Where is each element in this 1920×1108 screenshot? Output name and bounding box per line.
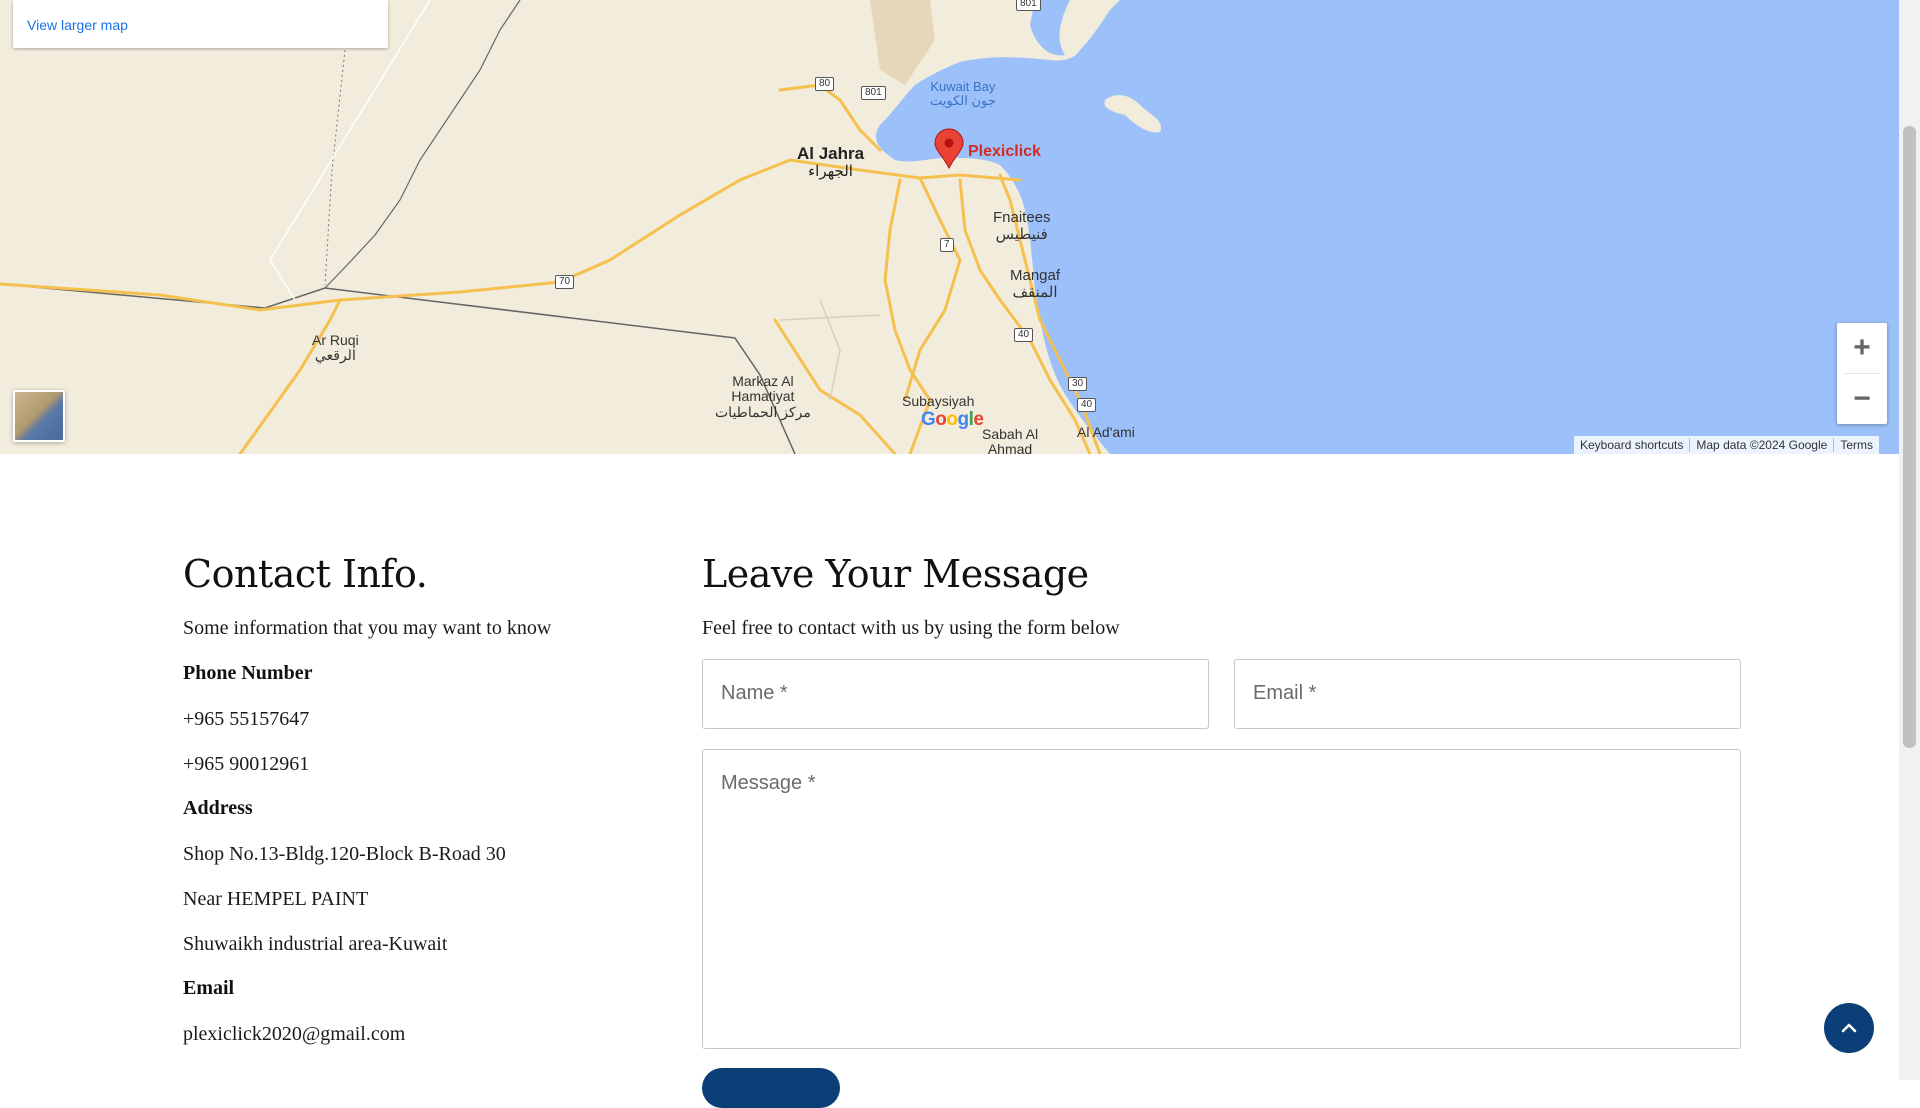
map-pin-icon[interactable] bbox=[934, 128, 964, 170]
road-shield: 80 bbox=[815, 77, 835, 91]
map-label-al-jahra: Al Jahra الجهراء bbox=[797, 144, 865, 180]
map-data-credit: Map data ©2024 Google bbox=[1696, 438, 1828, 452]
google-logo-letter: G bbox=[921, 409, 936, 430]
message-form-title: Leave Your Message bbox=[702, 552, 1089, 596]
minus-icon: − bbox=[1853, 382, 1871, 415]
phone-number-1[interactable]: +965 55157647 bbox=[183, 708, 309, 731]
address-line-2: Near HEMPEL PAINT bbox=[183, 888, 369, 910]
map-label-markaz: Markaz Al Hamatiyat مركز الحماطيات bbox=[715, 373, 811, 420]
address-label: Address bbox=[183, 797, 253, 819]
zoom-controls: + − bbox=[1837, 323, 1887, 424]
google-logo-letter: e bbox=[973, 409, 984, 430]
map-canvas[interactable] bbox=[0, 0, 1899, 454]
email-address[interactable]: plexiclick2020@gmail.com bbox=[183, 1023, 405, 1046]
send-message-button[interactable] bbox=[702, 1068, 840, 1108]
email-label: Email bbox=[183, 977, 235, 999]
google-logo: Google bbox=[921, 409, 984, 431]
road-shield: 801 bbox=[861, 86, 886, 100]
google-logo-letter: o bbox=[946, 409, 958, 430]
phone-label: Phone Number bbox=[183, 662, 313, 684]
road-shield: 40 bbox=[1014, 328, 1034, 342]
map-label-plexiclick[interactable]: Plexiclick bbox=[968, 143, 1041, 161]
map-label-ar-ruqi: Ar Ruqi الرقعي bbox=[312, 332, 359, 364]
border-line bbox=[0, 283, 796, 454]
name-field[interactable]: Name * bbox=[702, 659, 1209, 729]
keyboard-shortcuts-link[interactable]: Keyboard shortcuts bbox=[1574, 436, 1689, 454]
google-logo-letter: o bbox=[935, 409, 947, 430]
contact-info-subtitle: Some information that you may want to kn… bbox=[183, 617, 552, 639]
map-embed[interactable]: Kuwait Bay جون الكويت Plexiclick Al Jahr… bbox=[0, 0, 1899, 454]
message-field[interactable]: Message * bbox=[702, 749, 1741, 1049]
contact-info-title: Contact Info. bbox=[183, 552, 428, 596]
view-larger-map-panel: View larger map bbox=[13, 0, 388, 48]
message-placeholder: Message * bbox=[721, 772, 816, 794]
address-line-1: Shop No.13-Bldg.120-Block B-Road 30 bbox=[183, 843, 506, 865]
zoom-out-button[interactable]: − bbox=[1837, 374, 1887, 424]
view-larger-map-link[interactable]: View larger map bbox=[27, 17, 128, 33]
message-form-subtitle: Feel free to contact with us by using th… bbox=[702, 617, 1120, 639]
road-shield: 7 bbox=[940, 238, 954, 252]
road-shield: 70 bbox=[555, 275, 575, 289]
dotted-track bbox=[324, 49, 346, 286]
name-placeholder: Name * bbox=[721, 682, 788, 704]
road-shield: 30 bbox=[1068, 377, 1088, 391]
back-to-top-button[interactable] bbox=[1824, 1003, 1874, 1053]
map-label-al-adami: Al Ad'ami bbox=[1077, 424, 1135, 440]
chevron-up-icon bbox=[1841, 1023, 1857, 1033]
desert-patch bbox=[870, 0, 935, 85]
map-label-fnaitees: Fnaitees فنيطيس bbox=[993, 209, 1051, 243]
road-shield: 40 bbox=[1077, 398, 1097, 412]
map-label-sabah-al-ahmad: Sabah Al Ahmad bbox=[982, 426, 1039, 454]
map-attribution: Keyboard shortcuts Map data ©2024 Google… bbox=[1574, 436, 1879, 454]
map-label-kuwait-bay: Kuwait Bay جون الكويت bbox=[930, 79, 996, 109]
map-label-subaysiyah: Subaysiyah bbox=[902, 393, 975, 409]
email-field[interactable]: Email * bbox=[1234, 659, 1741, 729]
map-label-mangaf: Mangaf المنقف bbox=[1010, 267, 1061, 301]
road-shield: 801 bbox=[1016, 0, 1041, 11]
terms-link[interactable]: Terms bbox=[1834, 436, 1879, 454]
email-placeholder: Email * bbox=[1253, 682, 1317, 704]
phone-number-2[interactable]: +965 90012961 bbox=[183, 753, 309, 776]
page-scrollbar[interactable] bbox=[1899, 0, 1920, 1080]
scrollbar-thumb[interactable] bbox=[1903, 126, 1916, 748]
google-logo-letter: g bbox=[957, 409, 970, 430]
plus-icon: + bbox=[1853, 331, 1871, 364]
address-line-3: Shuwaikh industrial area-Kuwait bbox=[183, 933, 448, 955]
zoom-in-button[interactable]: + bbox=[1837, 323, 1887, 373]
satellite-toggle-button[interactable] bbox=[13, 390, 65, 442]
